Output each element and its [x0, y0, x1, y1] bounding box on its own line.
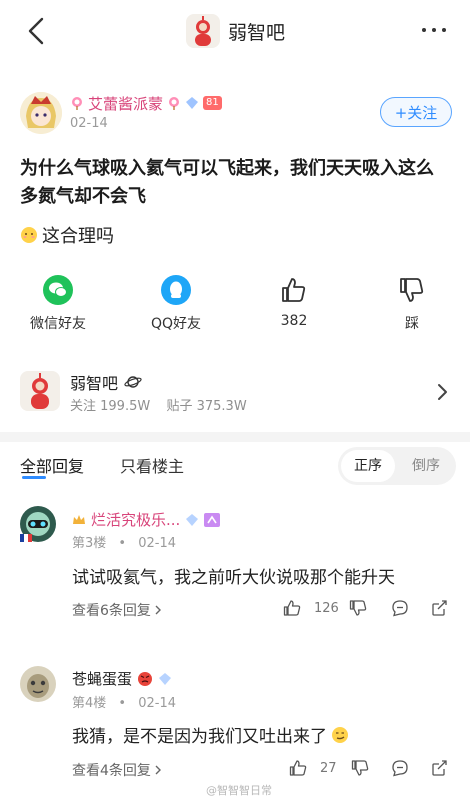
lollipop-icon: [169, 97, 180, 110]
view-replies-label: 查看4条回复: [72, 763, 151, 779]
back-icon[interactable]: [22, 14, 52, 48]
author-row: 艾蕾酱派蒙 81: [70, 92, 222, 114]
forum-card-stats: 关注 199.5W 贴子 375.3W: [70, 395, 247, 414]
forum-card-name-text: 弱智吧: [70, 374, 119, 393]
post-date: 02-14: [70, 116, 108, 131]
thumbs-up-icon[interactable]: [288, 758, 308, 778]
comment-author-row: 苍蝇蛋蛋: [72, 668, 172, 689]
tab-active-indicator: [22, 476, 46, 479]
forum-posts: 贴子 375.3W: [166, 399, 247, 414]
comment-text-content: 我猜，是不是因为我们又吐出来了: [72, 727, 327, 747]
comment-bubble-icon[interactable]: [390, 598, 410, 618]
share-icon[interactable]: [430, 758, 450, 778]
page-title[interactable]: 弱智吧: [228, 18, 285, 45]
thumbs-up-icon: [282, 278, 306, 302]
meta-dot: •: [118, 536, 127, 551]
comment-author-name[interactable]: 烂活究极乐...: [91, 509, 180, 530]
wechat-icon: [43, 275, 73, 305]
comment-like-count: 27: [320, 761, 337, 776]
dislike-button[interactable]: 踩: [372, 275, 452, 333]
tab-op-only[interactable]: 只看楼主: [120, 453, 184, 477]
post-title: 为什么气球吸入氦气可以飞起来，我们天天吸入这么多氮气却不会飞: [20, 158, 434, 207]
forum-logo-icon[interactable]: [186, 14, 220, 48]
view-replies-label: 查看6条回复: [72, 603, 151, 619]
comment-text: 试试吸氦气，我之前听大伙说吸那个能升天: [72, 568, 395, 588]
sort-ascending-button[interactable]: 正序: [341, 450, 395, 482]
lollipop-icon: [72, 97, 82, 110]
qq-icon: [161, 275, 191, 305]
comment-author-name[interactable]: 苍蝇蛋蛋: [72, 668, 132, 689]
diamond-icon: [186, 513, 199, 526]
thumbs-down-icon[interactable]: [348, 598, 368, 618]
like-count: 382: [280, 313, 308, 329]
forum-followers: 关注 199.5W: [70, 399, 151, 414]
post-body: 这合理吗: [20, 222, 114, 248]
comment-bubble-icon[interactable]: [390, 758, 410, 778]
diamond-icon: [159, 672, 172, 685]
chevron-right-icon: [155, 605, 161, 615]
level-badge: 81: [203, 96, 222, 110]
author-avatar[interactable]: [20, 92, 62, 134]
crown-icon: [73, 514, 85, 524]
angry-emoji-icon: [138, 671, 153, 686]
flag-fr-icon: [20, 534, 32, 542]
comment-meta: 第3楼 • 02-14: [72, 532, 176, 551]
chevron-right-icon: [155, 765, 161, 775]
like-button[interactable]: 382: [254, 275, 334, 329]
comment-meta: 第4楼 • 02-14: [72, 692, 176, 711]
section-divider: [0, 432, 470, 442]
thumbs-down-icon[interactable]: [350, 758, 370, 778]
dislike-label: 踩: [405, 316, 419, 332]
forum-avatar-icon[interactable]: [20, 371, 60, 411]
tab-all-replies[interactable]: 全部回复: [20, 453, 84, 477]
comment-text: 我猜，是不是因为我们又吐出来了: [72, 722, 349, 747]
comment-author-row: 烂活究极乐...: [72, 509, 221, 530]
thumbs-up-icon[interactable]: [282, 598, 302, 618]
blushing-emoji-icon: [21, 227, 37, 243]
view-replies-button[interactable]: 查看6条回复: [72, 600, 163, 620]
comment-date: 02-14: [138, 536, 177, 551]
share-icon[interactable]: [430, 598, 450, 618]
smirk-emoji-icon: [332, 726, 348, 743]
share-qq-label: QQ好友: [150, 316, 202, 332]
follow-button[interactable]: +关注: [380, 97, 452, 127]
share-wechat-label: 微信好友: [30, 316, 86, 332]
comment-avatar[interactable]: [20, 666, 56, 702]
forum-card-name[interactable]: 弱智吧: [70, 370, 142, 394]
watermark: @智智智日常: [206, 784, 272, 797]
thumbs-down-icon: [400, 278, 424, 302]
view-replies-button[interactable]: 查看4条回复: [72, 760, 163, 780]
sort-descending-button[interactable]: 倒序: [400, 450, 452, 482]
author-name[interactable]: 艾蕾酱派蒙: [88, 93, 163, 114]
diamond-icon: [186, 97, 199, 109]
share-wechat-button[interactable]: 微信好友: [18, 275, 98, 333]
planet-icon: [124, 376, 142, 388]
post-body-text: 这合理吗: [42, 226, 114, 247]
comment-floor: 第4楼: [72, 696, 107, 711]
comment-floor: 第3楼: [72, 536, 107, 551]
chevron-right-icon[interactable]: [432, 380, 452, 404]
badge-icon: [204, 512, 221, 527]
meta-dot: •: [118, 696, 127, 711]
comment-like-count: 126: [314, 601, 339, 616]
share-qq-button[interactable]: QQ好友: [136, 275, 216, 333]
comment-date: 02-14: [138, 696, 177, 711]
more-icon[interactable]: [418, 16, 450, 44]
